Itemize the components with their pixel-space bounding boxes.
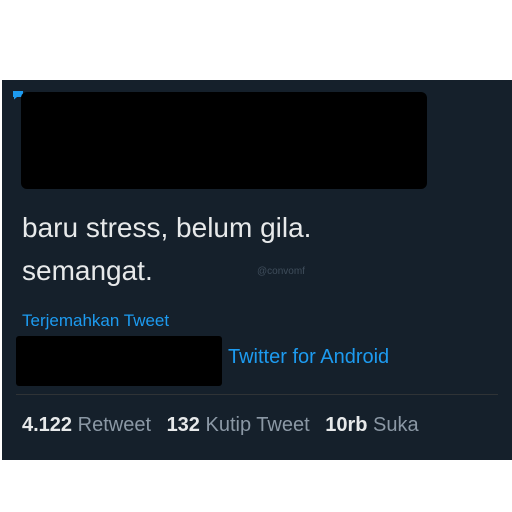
- redacted-timestamp: [16, 336, 222, 386]
- retweet-count: 4.122: [22, 414, 73, 436]
- engagement-stats: 4.122 Retweet 132 Kutip Tweet 10rb Suka: [22, 414, 429, 437]
- tweet-text: baru stress, belum gila. semangat.: [22, 206, 492, 292]
- tweet-text-line: baru stress, belum gila.: [22, 212, 312, 243]
- divider: [16, 394, 498, 395]
- watermark: @convomf: [257, 266, 305, 277]
- tweet-panel: baru stress, belum gila. semangat. @conv…: [2, 80, 512, 460]
- like-label: Suka: [373, 414, 419, 436]
- like-count-link[interactable]: 10rb Suka: [325, 414, 418, 436]
- quote-label: Kutip Tweet: [205, 414, 310, 436]
- redacted-header: [21, 92, 427, 189]
- quote-count: 132: [166, 414, 200, 436]
- retweet-label: Retweet: [77, 414, 151, 436]
- translate-tweet-link[interactable]: Terjemahkan Tweet: [22, 311, 169, 331]
- like-count: 10rb: [325, 414, 368, 436]
- source-link[interactable]: Twitter for Android: [228, 346, 389, 369]
- quote-count-link[interactable]: 132 Kutip Tweet: [167, 414, 310, 436]
- retweet-count-link[interactable]: 4.122 Retweet: [22, 414, 151, 436]
